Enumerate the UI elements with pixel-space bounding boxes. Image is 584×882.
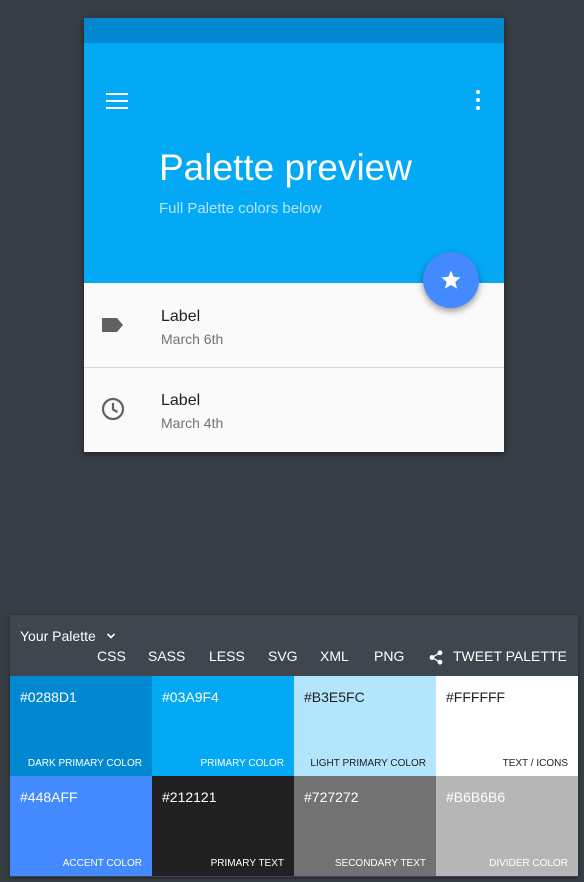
swatch-accent[interactable]: #448AFF ACCENT COLOR <box>10 776 152 876</box>
swatch-hex: #B3E5FC <box>304 689 365 705</box>
tab-less[interactable]: LESS <box>209 648 245 664</box>
more-vert-icon[interactable] <box>472 90 484 112</box>
palette-preview-card: Palette preview Full Palette colors belo… <box>84 18 504 452</box>
tab-png[interactable]: PNG <box>374 648 404 664</box>
swatch-role: TEXT / ICONS <box>502 758 568 769</box>
swatch-dark-primary[interactable]: #0288D1 DARK PRIMARY COLOR <box>10 676 152 776</box>
tweet-palette-button[interactable]: TWEET PALETTE <box>453 648 567 664</box>
palette-dropdown-label[interactable]: Your Palette <box>20 628 96 644</box>
swatch-role: PRIMARY TEXT <box>210 858 284 869</box>
list-item-label: Label <box>161 308 201 325</box>
swatch-hex: #212121 <box>162 789 217 805</box>
swatch-role: DARK PRIMARY COLOR <box>27 758 142 769</box>
tab-svg[interactable]: SVG <box>268 648 298 664</box>
swatch-hex: #448AFF <box>20 789 78 805</box>
status-bar <box>84 18 504 43</box>
menu-icon[interactable] <box>106 93 128 109</box>
swatch-role: ACCENT COLOR <box>62 858 142 869</box>
swatch-primary[interactable]: #03A9F4 PRIMARY COLOR <box>152 676 294 776</box>
clock-icon <box>101 397 125 421</box>
list-item[interactable]: Label March 4th <box>84 368 504 451</box>
swatch-grid: #0288D1 DARK PRIMARY COLOR #03A9F4 PRIMARY… <box>10 676 578 876</box>
swatch-role: SECONDARY TEXT <box>334 858 426 869</box>
swatch-role: DIVIDER COLOR <box>489 858 568 869</box>
app-bar: Palette preview Full Palette colors belo… <box>84 43 504 283</box>
swatch-hex: #727272 <box>304 789 359 805</box>
swatch-divider[interactable]: #B6B6B6 DIVIDER COLOR <box>436 776 578 876</box>
star-icon <box>441 270 461 289</box>
palette-panel: Your Palette CSS SASS LESS SVG XML PNG T… <box>10 615 578 877</box>
label-icon <box>102 318 123 332</box>
tab-css[interactable]: CSS <box>97 648 126 664</box>
swatch-hex: #03A9F4 <box>162 689 219 705</box>
swatch-hex: #B6B6B6 <box>446 789 506 805</box>
swatch-role: LIGHT PRIMARY COLOR <box>310 758 426 769</box>
tab-xml[interactable]: XML <box>320 648 349 664</box>
swatch-hex: #0288D1 <box>20 689 77 705</box>
swatch-text-icons[interactable]: #FFFFFF TEXT / ICONS <box>436 676 578 776</box>
export-tabs: CSS SASS LESS SVG XML PNG TWEET PALETTE <box>10 648 578 670</box>
chevron-down-icon[interactable] <box>106 632 116 640</box>
page-title: Palette preview <box>159 147 412 188</box>
tab-sass[interactable]: SASS <box>148 648 185 664</box>
list-item-date: March 4th <box>161 415 224 431</box>
list-item-label: Label <box>161 392 201 409</box>
swatch-light-primary[interactable]: #B3E5FC LIGHT PRIMARY COLOR <box>294 676 436 776</box>
favorite-fab-button[interactable] <box>423 252 479 308</box>
share-icon[interactable] <box>429 650 443 665</box>
swatch-secondary-text[interactable]: #727272 SECONDARY TEXT <box>294 776 436 876</box>
swatch-hex: #FFFFFF <box>446 689 506 705</box>
swatch-primary-text[interactable]: #212121 PRIMARY TEXT <box>152 776 294 876</box>
list-item-date: March 6th <box>161 331 224 347</box>
page-subtitle: Full Palette colors below <box>159 200 322 217</box>
swatch-role: PRIMARY COLOR <box>200 758 284 769</box>
